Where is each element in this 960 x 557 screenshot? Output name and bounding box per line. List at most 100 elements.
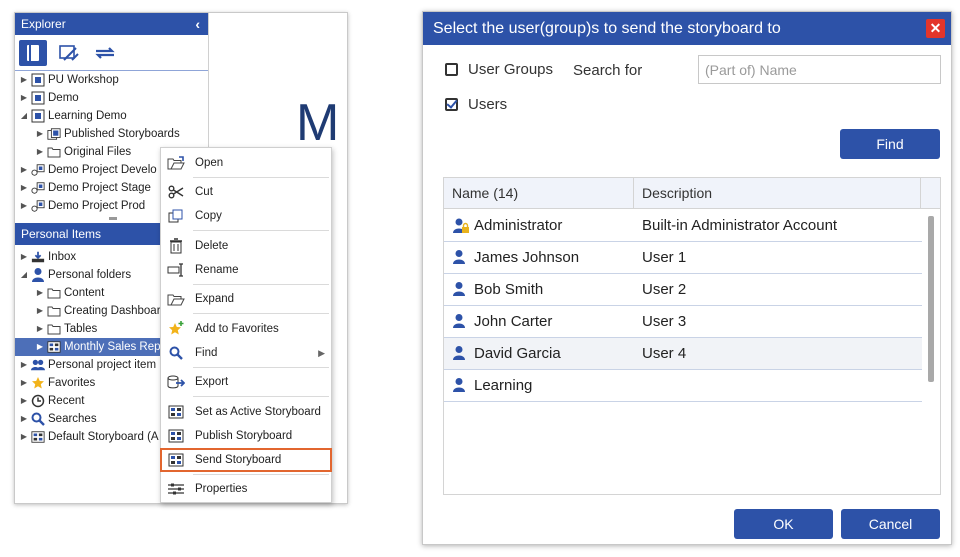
collapsed-arrow-icon[interactable]: ▶ [35, 125, 45, 143]
collapsed-arrow-icon[interactable]: ▶ [19, 179, 29, 197]
menu-separator [193, 396, 329, 397]
published-storyboards-icon [47, 127, 61, 141]
tree-item-label: Creating Dashboar [64, 305, 161, 317]
tools-button[interactable] [55, 40, 83, 66]
menu-item-send-storyboard[interactable]: Send Storyboard [160, 448, 332, 472]
menu-item-rename[interactable]: Rename [161, 259, 331, 281]
user-name: Bob Smith [474, 281, 544, 298]
table-row[interactable]: James Johnson User 1 [444, 242, 922, 274]
collapsed-arrow-icon[interactable]: ▶ [19, 161, 29, 179]
search-input[interactable] [698, 55, 941, 84]
menu-item-copy[interactable]: Copy [161, 205, 331, 227]
name-cell: David Garcia [452, 345, 561, 363]
menu-item-find[interactable]: Find ▶ [161, 342, 331, 364]
search-icon [31, 412, 45, 426]
expanded-arrow-icon[interactable]: ◢ [19, 266, 29, 284]
menu-item-add-to-favorites[interactable]: Add to Favorites [161, 318, 331, 340]
user-name: John Carter [474, 313, 553, 330]
user-groups-label: User Groups [468, 61, 554, 78]
users-icon [31, 358, 45, 372]
menu-item-delete[interactable]: Delete [161, 235, 331, 257]
table-row[interactable]: John Carter User 3 [444, 306, 922, 338]
vertical-scrollbar[interactable] [928, 216, 934, 382]
expand-folder-icon [167, 291, 185, 307]
collapsed-arrow-icon[interactable]: ▶ [35, 302, 45, 320]
collapsed-arrow-icon[interactable]: ▶ [35, 320, 45, 338]
column-description-header[interactable]: Description [634, 178, 921, 209]
scissors-icon [167, 184, 185, 200]
sync-button[interactable] [91, 40, 119, 66]
ok-button[interactable]: OK [734, 509, 833, 539]
admin-user-icon [452, 217, 470, 235]
user-name: Administrator [474, 217, 563, 234]
menu-item-label: Publish Storyboard [195, 430, 293, 442]
expanded-arrow-icon[interactable]: ◢ [19, 107, 29, 125]
collapsed-arrow-icon[interactable]: ▶ [35, 338, 45, 356]
export-icon [167, 374, 185, 390]
tree-item-demo[interactable]: ▶ Demo [15, 89, 208, 107]
search-label: Search for [573, 62, 643, 79]
folder-icon [47, 286, 61, 300]
users-option[interactable]: Users [445, 96, 507, 113]
clock-icon [31, 394, 45, 408]
collapsed-arrow-icon[interactable]: ▶ [19, 71, 29, 89]
menu-item-label: Cut [195, 186, 213, 198]
menu-separator [193, 367, 329, 368]
canvas-text: M [296, 94, 340, 152]
cancel-button[interactable]: Cancel [841, 509, 940, 539]
folder-icon [47, 304, 61, 318]
collapsed-arrow-icon[interactable]: ▶ [19, 89, 29, 107]
project-group-icon [31, 163, 45, 177]
table-row[interactable]: Bob Smith User 2 [444, 274, 922, 306]
tree-item-pu-workshop[interactable]: ▶ PU Workshop [15, 71, 208, 89]
collapsed-arrow-icon[interactable]: ▶ [19, 392, 29, 410]
table-row[interactable]: David Garcia User 4 [444, 338, 922, 370]
collapsed-arrow-icon[interactable]: ▶ [35, 143, 45, 161]
description-cell: Built-in Administrator Account [642, 217, 838, 234]
collapsed-arrow-icon[interactable]: ▶ [19, 356, 29, 374]
collapse-chevron-icon[interactable]: ‹ [195, 13, 200, 35]
user-groups-checkbox[interactable] [445, 63, 458, 76]
book-view-button[interactable] [19, 40, 47, 66]
tree-item-learning-demo[interactable]: ◢ Learning Demo [15, 107, 208, 125]
copy-icon [167, 208, 185, 224]
column-name-header[interactable]: Name (14) [444, 178, 634, 209]
tree-item-label: Demo Project Prod [48, 200, 146, 212]
tree-item-label: Personal project item [48, 359, 157, 371]
user-groups-option[interactable]: User Groups [445, 61, 553, 78]
personal-items-title: Personal Items [21, 227, 102, 241]
menu-separator [193, 230, 329, 231]
menu-item-properties[interactable]: Properties [161, 478, 331, 500]
inbox-icon [31, 250, 45, 264]
collapsed-arrow-icon[interactable]: ▶ [19, 197, 29, 215]
tree-item-label: Demo Project Stage [48, 182, 151, 194]
collapsed-arrow-icon[interactable]: ▶ [19, 374, 29, 392]
name-cell: James Johnson [452, 249, 579, 267]
collapsed-arrow-icon[interactable]: ▶ [19, 410, 29, 428]
explorer-header: Explorer ‹ [15, 13, 208, 35]
menu-item-export[interactable]: Export [161, 371, 331, 393]
tree-item-label: Monthly Sales Rep [64, 341, 161, 353]
menu-item-cut[interactable]: Cut [161, 181, 331, 203]
dialog-title: Select the user(group)s to send the stor… [433, 20, 781, 37]
users-checkbox[interactable] [445, 98, 458, 111]
menu-item-label: Rename [195, 264, 239, 276]
description-cell: User 3 [642, 313, 687, 330]
menu-item-open[interactable]: Open [161, 152, 331, 174]
menu-item-label: Properties [195, 483, 248, 495]
menu-separator [193, 313, 329, 314]
menu-item-expand[interactable]: Expand [161, 288, 331, 310]
menu-item-publish-storyboard[interactable]: Publish Storyboard [161, 425, 331, 447]
collapsed-arrow-icon[interactable]: ▶ [19, 248, 29, 266]
storyboard-icon [47, 340, 61, 354]
description-cell: User 2 [642, 281, 687, 298]
splitter-handle[interactable] [109, 217, 117, 221]
menu-item-set-as-active-storyboard[interactable]: Set as Active Storyboard [161, 401, 331, 423]
close-button[interactable]: ✕ [926, 19, 945, 38]
find-button[interactable]: Find [840, 129, 940, 159]
collapsed-arrow-icon[interactable]: ▶ [35, 284, 45, 302]
table-row[interactable]: Learning [444, 370, 922, 402]
table-row[interactable]: Administrator Built-in Administrator Acco… [444, 210, 922, 242]
tree-item-published-storyboards[interactable]: ▶ Published Storyboards [15, 125, 208, 143]
collapsed-arrow-icon[interactable]: ▶ [19, 428, 29, 446]
